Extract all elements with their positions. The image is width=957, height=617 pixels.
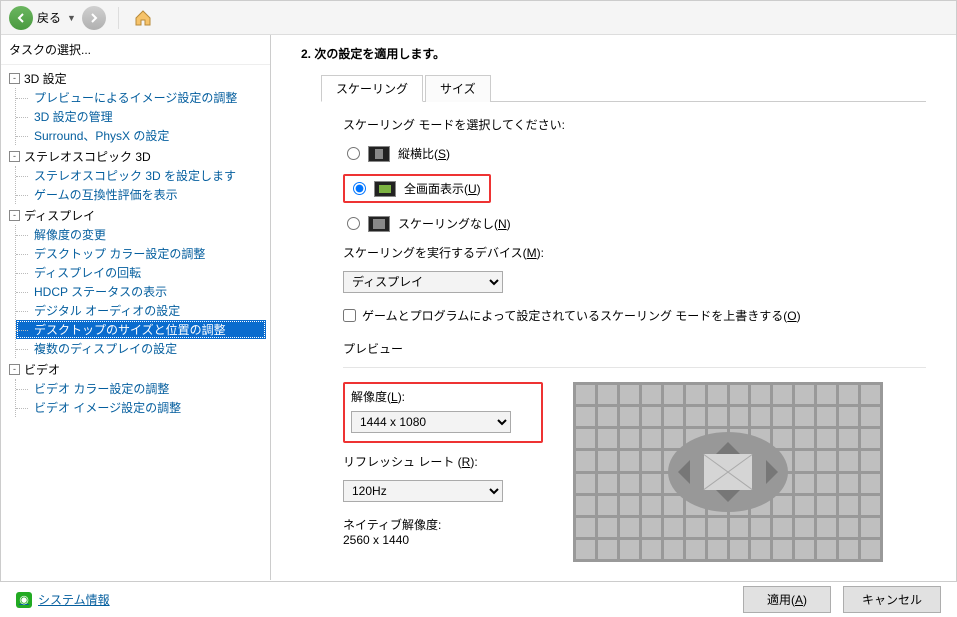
sysinfo-label: システム情報 — [38, 591, 110, 608]
tree-item[interactable]: 複数のディスプレイの設定 — [16, 339, 266, 358]
resolution-label: 解像度(L): — [351, 388, 535, 405]
sysinfo-icon: ◉ — [16, 592, 32, 608]
tree-item[interactable]: 解像度の変更 — [16, 225, 266, 244]
forward-button[interactable] — [80, 4, 108, 32]
preview-separator — [343, 367, 926, 368]
toolbar: 戻る ▼ — [1, 1, 956, 35]
device-select[interactable]: ディスプレイ — [343, 271, 503, 293]
native-label: ネイティブ解像度: — [343, 516, 543, 533]
resolution-select[interactable]: 1444 x 1080 — [351, 411, 511, 433]
aspect-icon — [368, 146, 390, 162]
tree-parent-label: ビデオ — [24, 361, 60, 378]
tree-toggle-icon[interactable]: - — [9, 210, 20, 221]
device-field: スケーリングを実行するデバイス(M): ディスプレイ — [343, 244, 926, 293]
content-scroll[interactable]: 2. 次の設定を適用します。 スケーリング サイズ スケーリング モードを選択し… — [271, 35, 956, 580]
back-arrow-icon — [9, 6, 33, 30]
radio-aspect[interactable]: 縦横比(S) — [343, 143, 926, 164]
tree-item[interactable]: 3D 設定の管理 — [16, 107, 266, 126]
tree-parent[interactable]: -3D 設定 — [5, 69, 266, 88]
sidebar-title: タスクの選択... — [1, 35, 270, 65]
back-label: 戻る — [37, 9, 61, 26]
tree-parent-label: ディスプレイ — [24, 207, 95, 224]
scaling-panel: スケーリング モードを選択してください: 縦横比(S) 全画面表示(U) スケー… — [301, 116, 926, 562]
tab-scaling[interactable]: スケーリング — [321, 75, 423, 102]
tree-item[interactable]: デスクトップ カラー設定の調整 — [16, 244, 266, 263]
noscale-icon — [368, 216, 390, 232]
content: 2. 次の設定を適用します。 スケーリング サイズ スケーリング モードを選択し… — [271, 35, 956, 580]
forward-arrow-icon — [82, 6, 106, 30]
tree-toggle-icon[interactable]: - — [9, 151, 20, 162]
tree-item[interactable]: ディスプレイの回転 — [16, 263, 266, 282]
preview-area: 解像度(L): 1444 x 1080 リフレッシュ レート (R): 120H… — [343, 382, 926, 562]
radio-noscale[interactable]: スケーリングなし(N) — [343, 213, 926, 234]
tree-item[interactable]: ビデオ イメージ設定の調整 — [16, 398, 266, 417]
home-button[interactable] — [129, 4, 157, 32]
footer: ◉ システム情報 適用(A) キャンセル — [0, 581, 957, 617]
tree-toggle-icon[interactable]: - — [9, 73, 20, 84]
fullscreen-icon — [374, 181, 396, 197]
preview-label: プレビュー — [343, 340, 926, 357]
toolbar-divider — [118, 7, 119, 29]
tree-item[interactable]: デスクトップのサイズと位置の調整 — [16, 320, 266, 339]
device-label: スケーリングを実行するデバイス(M): — [343, 244, 926, 261]
radio-fullscreen-input[interactable] — [353, 182, 366, 195]
refresh-label: リフレッシュ レート (R): — [343, 453, 543, 470]
scaling-mode-label: スケーリング モードを選択してください: — [343, 116, 926, 133]
tree-parent[interactable]: -ディスプレイ — [5, 206, 266, 225]
preview-overlay — [668, 432, 788, 512]
radio-fullscreen[interactable]: 全画面表示(U) — [343, 174, 491, 203]
tree-parent[interactable]: -ステレオスコピック 3D — [5, 147, 266, 166]
back-button[interactable]: 戻る ▼ — [9, 6, 76, 30]
radio-aspect-label: 縦横比(S) — [398, 145, 450, 162]
refresh-select[interactable]: 120Hz — [343, 480, 503, 502]
tree-item[interactable]: デジタル オーディオの設定 — [16, 301, 266, 320]
override-checkbox-input[interactable] — [343, 309, 356, 322]
tree-item[interactable]: HDCP ステータスの表示 — [16, 282, 266, 301]
sidebar: タスクの選択... -3D 設定プレビューによるイメージ設定の調整3D 設定の管… — [1, 35, 271, 580]
refresh-field: リフレッシュ レート (R): 120Hz — [343, 453, 543, 502]
radio-noscale-input[interactable] — [347, 217, 360, 230]
resolution-box: 解像度(L): 1444 x 1080 — [343, 382, 543, 443]
tree-toggle-icon[interactable]: - — [9, 364, 20, 375]
apply-button[interactable]: 適用(A) — [743, 586, 831, 613]
radio-aspect-input[interactable] — [347, 147, 360, 160]
tree-item[interactable]: ステレオスコピック 3D を設定します — [16, 166, 266, 185]
tree-item[interactable]: ビデオ カラー設定の調整 — [16, 379, 266, 398]
tree-item[interactable]: プレビューによるイメージ設定の調整 — [16, 88, 266, 107]
radio-fullscreen-label: 全画面表示(U) — [404, 180, 481, 197]
tree-parent-label: ステレオスコピック 3D — [24, 148, 151, 165]
system-info-link[interactable]: ◉ システム情報 — [16, 591, 110, 608]
tree-parent-label: 3D 設定 — [24, 70, 67, 87]
tree-item[interactable]: Surround、PhysX の設定 — [16, 126, 266, 145]
tree: -3D 設定プレビューによるイメージ設定の調整3D 設定の管理Surround、… — [1, 65, 270, 580]
override-label: ゲームとプログラムによって設定されているスケーリング モードを上書きする(O) — [362, 307, 801, 324]
tab-size[interactable]: サイズ — [425, 75, 491, 102]
preview-image — [573, 382, 883, 562]
radio-noscale-label: スケーリングなし(N) — [398, 215, 511, 232]
tree-parent[interactable]: -ビデオ — [5, 360, 266, 379]
native-value: 2560 x 1440 — [343, 533, 543, 547]
override-checkbox[interactable]: ゲームとプログラムによって設定されているスケーリング モードを上書きする(O) — [343, 307, 926, 324]
tree-item[interactable]: ゲームの互換性評価を表示 — [16, 185, 266, 204]
back-dropdown-icon: ▼ — [67, 13, 76, 23]
section-heading: 2. 次の設定を適用します。 — [301, 45, 926, 62]
tabs: スケーリング サイズ — [321, 74, 926, 102]
cancel-button[interactable]: キャンセル — [843, 586, 941, 613]
native-res: ネイティブ解像度: 2560 x 1440 — [343, 516, 543, 547]
